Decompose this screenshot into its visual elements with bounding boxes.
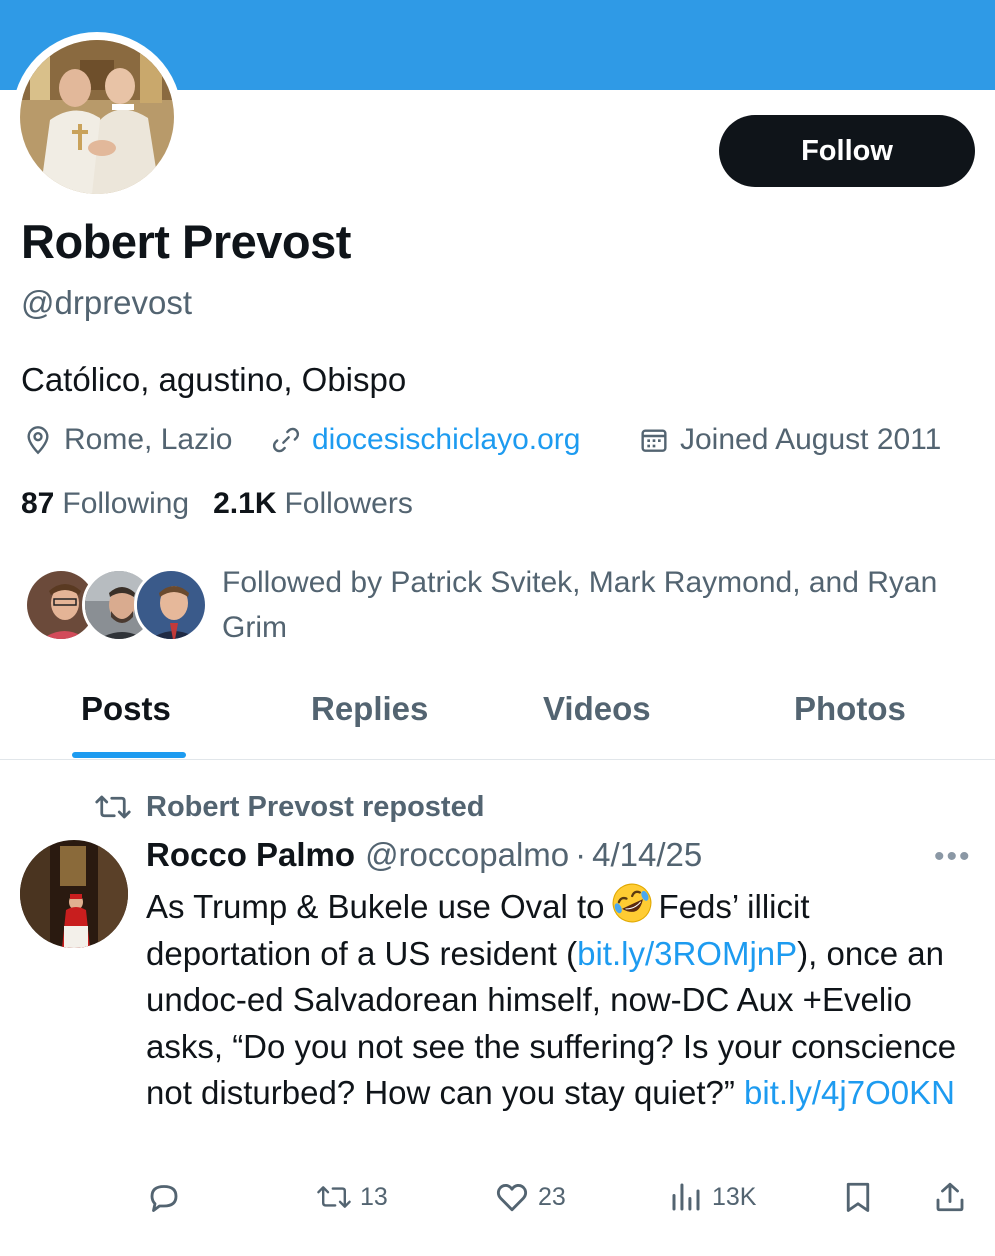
following-link[interactable]: 87 Following (21, 487, 189, 521)
share-button[interactable] (932, 1172, 976, 1222)
followers-count: 2.1K (213, 487, 277, 520)
link-icon (272, 427, 300, 453)
followed-by-avatars[interactable] (24, 568, 208, 644)
repost-context[interactable]: Robert Prevost reposted (94, 788, 484, 826)
tweet-separator: · (575, 836, 587, 873)
repost-label: Robert Prevost reposted (146, 790, 485, 823)
location-pin-icon (27, 426, 49, 455)
tab-posts[interactable]: Posts (81, 690, 171, 728)
profile-website[interactable]: diocesischiclayo.org (270, 420, 580, 460)
followers-link[interactable]: 2.1K Followers (213, 487, 413, 521)
share-icon (936, 1182, 964, 1212)
followers-label: Followers (284, 487, 413, 520)
tweet-text: As Trump & Bukele use Oval to Feds’ illic… (146, 882, 976, 1117)
following-label: Following (62, 487, 190, 520)
like-count: 23 (538, 1182, 566, 1211)
views-icon (672, 1183, 700, 1211)
follower-avatar (134, 568, 208, 642)
profile-joined: Joined August 2011 (638, 420, 941, 460)
profile-location: Rome, Lazio (22, 420, 232, 460)
profile-display-name: Robert Prevost (21, 215, 351, 268)
website-link[interactable]: diocesischiclayo.org (312, 423, 580, 457)
tweet-header: Rocco Palmo @roccopalmo · 4/14/25 (146, 836, 702, 874)
more-icon[interactable]: ••• (934, 840, 972, 874)
reply-icon (150, 1185, 178, 1212)
profile-handle: @drprevost (21, 284, 193, 321)
profile-bio: Católico, agustino, Obispo (21, 361, 407, 398)
location-text: Rome, Lazio (64, 423, 233, 456)
tweet-link[interactable]: bit.ly/3ROMjnP (577, 935, 797, 972)
active-tab-indicator (72, 752, 186, 758)
view-count: 13K (712, 1182, 757, 1211)
tweet-actions: 13 23 13K (0, 1172, 995, 1222)
tab-photos[interactable]: Photos (794, 690, 906, 728)
retweet-icon (95, 795, 131, 819)
like-button[interactable]: 23 (494, 1172, 566, 1222)
tweet-link[interactable]: bit.ly/4j7O0KN (744, 1074, 955, 1111)
following-count: 87 (21, 487, 55, 520)
bookmark-icon (846, 1182, 870, 1212)
rolling-on-floor-laughing-emoji (612, 883, 651, 923)
retweet-button[interactable]: 13 (316, 1172, 388, 1222)
calendar-icon (641, 429, 667, 452)
views-button[interactable]: 13K (668, 1172, 756, 1222)
tab-replies[interactable]: Replies (311, 690, 428, 728)
retweet-icon (317, 1186, 351, 1208)
tweet-author-handle[interactable]: @roccopalmo (365, 836, 569, 874)
followed-by-text[interactable]: Followed by Patrick Svitek, Mark Raymond… (222, 560, 942, 650)
profile-avatar[interactable] (20, 40, 174, 194)
tweet-author-name[interactable]: Rocco Palmo (146, 836, 355, 874)
like-icon (496, 1183, 528, 1212)
profile-tabs: Posts Replies Videos Photos (0, 670, 995, 760)
follow-button[interactable]: Follow (719, 115, 975, 187)
bookmark-button[interactable] (840, 1172, 884, 1222)
reply-button[interactable] (146, 1172, 190, 1222)
profile-stats: 87 Following 2.1K Followers (21, 487, 437, 521)
tweet-author-avatar[interactable] (20, 840, 128, 948)
tweet-date[interactable]: 4/14/25 (592, 836, 702, 874)
tab-videos[interactable]: Videos (543, 690, 651, 728)
joined-text: Joined August 2011 (680, 423, 942, 456)
tweet-text-part: As Trump & Bukele use Oval to (146, 888, 605, 925)
retweet-count: 13 (360, 1182, 388, 1211)
